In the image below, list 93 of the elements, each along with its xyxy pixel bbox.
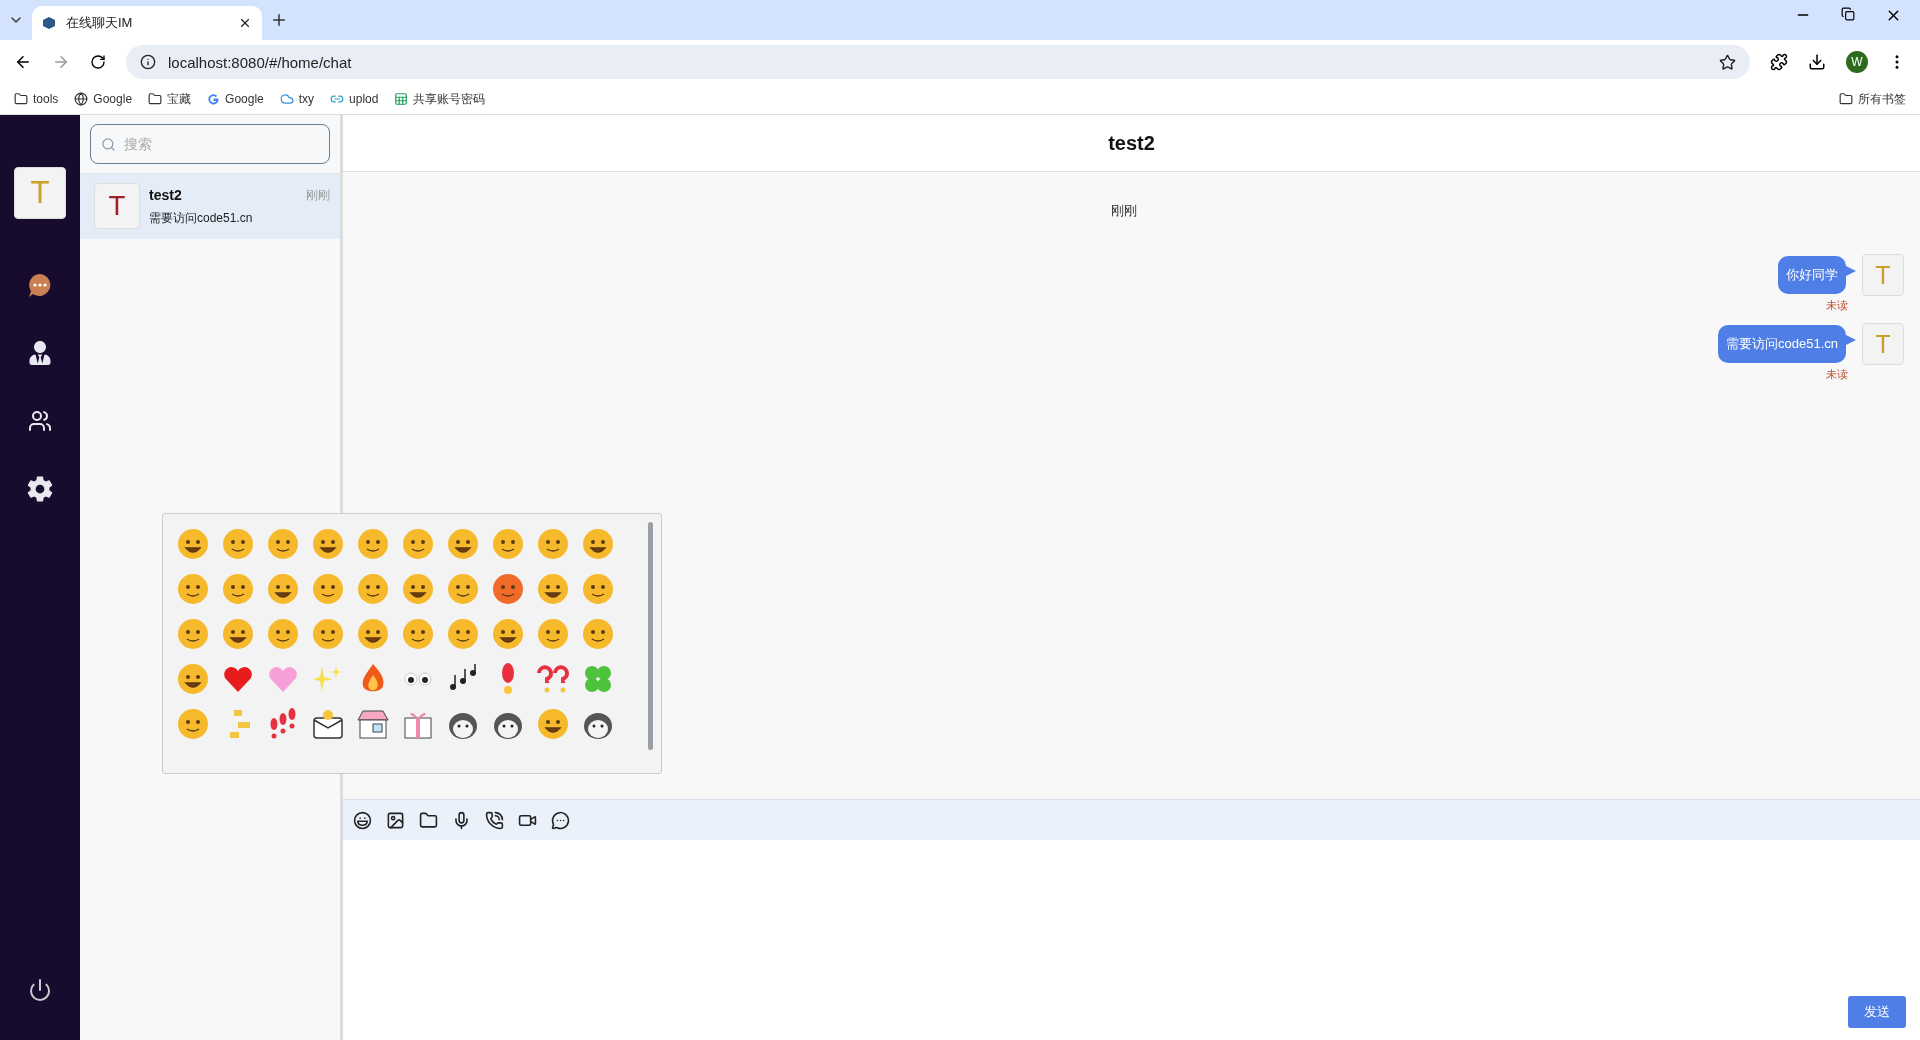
info-icon[interactable]: [140, 54, 156, 70]
contact-list-icon: [28, 341, 52, 365]
smiley-face-icon[interactable]: [310, 526, 346, 562]
bookmark[interactable]: 共享账号密码: [394, 90, 486, 108]
profile-avatar[interactable]: W: [1846, 51, 1868, 73]
message-bubble: 需要访问code51.cn: [1718, 325, 1856, 363]
emoji-icon[interactable]: [353, 810, 372, 830]
group-icon: [28, 409, 52, 433]
link-icon: [330, 92, 345, 106]
smiley-face-icon[interactable]: [400, 616, 436, 652]
bookmark[interactable]: txy: [279, 92, 315, 106]
sender-avatar: T: [1862, 254, 1904, 296]
smiley-face-icon[interactable]: [355, 526, 391, 562]
folder-icon[interactable]: [419, 810, 438, 830]
bookmark[interactable]: Google: [74, 92, 133, 106]
smiley-face-icon[interactable]: [265, 526, 301, 562]
globe-icon: [74, 92, 89, 106]
smiley-face-icon[interactable]: [490, 526, 526, 562]
smiley-face-icon[interactable]: [220, 616, 256, 652]
forward-icon[interactable]: [52, 53, 70, 71]
smiley-face-icon[interactable]: [175, 706, 211, 742]
smiley-face-icon[interactable]: [355, 571, 391, 607]
time-divider: 刚刚: [1110, 202, 1137, 220]
folder-icon: [148, 92, 163, 106]
folder-icon: [1839, 92, 1853, 106]
smiley-face-icon[interactable]: [175, 526, 211, 562]
new-tab-icon[interactable]: [270, 11, 288, 29]
smiley-face-icon[interactable]: [580, 616, 616, 652]
smiley-face-icon[interactable]: [265, 616, 301, 652]
chat-bubble-icon: [27, 272, 53, 298]
bookmark[interactable]: 宝藏: [148, 90, 192, 108]
smiley-face-icon[interactable]: [490, 571, 526, 607]
close-icon[interactable]: [238, 16, 252, 30]
message-time: 刚刚: [306, 187, 330, 204]
sender-avatar: T: [1862, 323, 1904, 365]
address-bar[interactable]: localhost:8080/#/home/chat: [126, 45, 1750, 79]
smiley-face-icon[interactable]: [535, 526, 571, 562]
image-icon[interactable]: [386, 810, 405, 830]
scrollbar[interactable]: [648, 522, 653, 750]
search-field[interactable]: 搜索: [90, 124, 330, 164]
smiley-face-icon[interactable]: [580, 571, 616, 607]
search-input[interactable]: 搜索: [122, 135, 319, 153]
phone-icon[interactable]: [485, 810, 504, 830]
smiley-face-icon[interactable]: [445, 571, 481, 607]
back-icon[interactable]: [14, 53, 32, 71]
read-status: 未读: [1826, 367, 1848, 382]
cube-icon: [42, 16, 56, 30]
folder-icon: [14, 92, 28, 106]
smiley-face-icon[interactable]: [175, 571, 211, 607]
smiley-face-icon[interactable]: [400, 571, 436, 607]
microphone-icon[interactable]: [452, 810, 471, 830]
download-icon[interactable]: [1808, 53, 1826, 71]
restore-icon[interactable]: [1841, 6, 1855, 21]
extensions-icon[interactable]: [1770, 53, 1788, 71]
contact-name: test2: [149, 187, 182, 204]
reload-icon[interactable]: [90, 54, 106, 70]
read-status: 未读: [1826, 298, 1848, 313]
smiley-face-icon[interactable]: [490, 616, 526, 652]
star-icon[interactable]: [1719, 53, 1736, 71]
smiley-face-icon[interactable]: [310, 571, 346, 607]
contact-avatar: T: [94, 183, 140, 229]
send-button[interactable]: 发送: [1848, 996, 1906, 1028]
smiley-face-icon[interactable]: [535, 706, 571, 742]
smiley-face-icon[interactable]: [175, 616, 211, 652]
all-bookmarks[interactable]: 所有书签: [1839, 90, 1906, 108]
smiley-face-icon[interactable]: [265, 571, 301, 607]
chat-icon[interactable]: [551, 810, 570, 830]
smiley-face-icon[interactable]: [445, 616, 481, 652]
smiley-face-icon[interactable]: [220, 526, 256, 562]
url-text: localhost:8080/#/home/chat: [168, 53, 352, 71]
settings-icon: [26, 475, 54, 503]
spreadsheet-icon: [394, 92, 409, 106]
g-logo-icon: [207, 92, 221, 106]
cloud-icon: [279, 92, 294, 106]
smiley-face-icon[interactable]: [400, 526, 436, 562]
bookmark[interactable]: uplod: [330, 92, 379, 106]
power-icon[interactable]: [28, 978, 52, 1002]
smiley-face-icon[interactable]: [535, 571, 571, 607]
smiley-face-icon[interactable]: [580, 526, 616, 562]
smiley-face-icon[interactable]: [445, 526, 481, 562]
browser-tab[interactable]: 在线聊天IM: [32, 6, 262, 40]
smiley-face-icon[interactable]: [175, 661, 211, 697]
smiley-face-icon[interactable]: [310, 616, 346, 652]
smiley-face-icon[interactable]: [355, 616, 391, 652]
search-icon: [101, 136, 116, 152]
conversation-item[interactable]: T test2 刚刚 需要访问code51.cn: [80, 174, 340, 239]
smiley-face-icon[interactable]: [220, 571, 256, 607]
tab-title: 在线聊天IM: [66, 14, 134, 32]
bookmark[interactable]: Google: [207, 92, 264, 106]
bookmark[interactable]: tools: [14, 92, 59, 106]
message-preview: 需要访问code51.cn: [149, 210, 254, 227]
smiley-face-icon[interactable]: [535, 616, 571, 652]
message-bubble: 你好同学: [1778, 256, 1856, 294]
